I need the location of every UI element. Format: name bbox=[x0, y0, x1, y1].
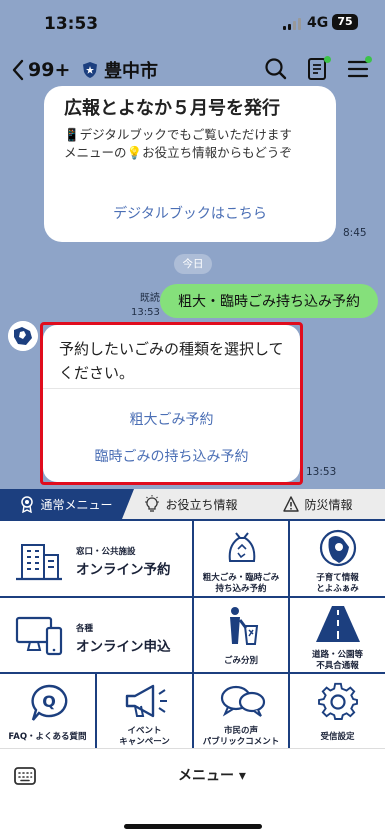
rich-menu: 窓口・公共施設 オンライン予約 粗大ごみ・臨時ごみ 持ち込み予約 子育て情報 と… bbox=[0, 519, 385, 750]
announcement-card: 広報とよなか５月号を発行 📱デジタルブックでもご覧いただけます メニューの💡お役… bbox=[44, 86, 336, 242]
road-icon bbox=[316, 606, 360, 642]
home-indicator bbox=[124, 824, 262, 829]
svg-text:Q: Q bbox=[42, 692, 56, 711]
childcare-icon bbox=[319, 529, 357, 567]
tab-disaster-info[interactable]: 防災情報 bbox=[256, 489, 380, 519]
message-time: 13:53 bbox=[306, 466, 337, 478]
award-icon bbox=[21, 496, 34, 513]
bulky-waste-reservation-button[interactable]: 粗大ごみ予約 bbox=[43, 409, 300, 429]
search-button[interactable] bbox=[263, 56, 289, 82]
online-reservation-button[interactable]: 窓口・公共施設 オンライン予約 bbox=[0, 521, 194, 598]
waste-sorting-button[interactable]: ごみ分別 bbox=[194, 598, 290, 674]
card-line-1: 📱デジタルブックでもご覧いただけます bbox=[64, 127, 292, 142]
temporary-waste-reservation-button[interactable]: 臨時ごみの持ち込み予約 bbox=[43, 446, 300, 466]
bottom-bar: メニュー ▾ bbox=[0, 748, 385, 833]
faq-button[interactable]: Q FAQ・よくある質問 bbox=[0, 674, 97, 750]
faq-icon: Q bbox=[31, 684, 68, 721]
lightbulb-icon bbox=[145, 495, 160, 512]
outgoing-message: 粗大・臨時ごみ持ち込み予約 bbox=[160, 284, 378, 318]
shield-icon bbox=[83, 62, 97, 78]
menu-button[interactable] bbox=[345, 56, 372, 82]
signal-icon bbox=[283, 18, 301, 30]
megaphone-icon bbox=[125, 684, 167, 718]
channel-title[interactable]: 豊中市 bbox=[82, 56, 158, 84]
message-time: 8:45 bbox=[343, 227, 367, 239]
tab-useful-info[interactable]: お役立ち情報 bbox=[132, 489, 250, 519]
lightbulb-icon: 💡 bbox=[126, 145, 143, 160]
search-icon bbox=[265, 58, 287, 80]
date-divider: 今日 bbox=[174, 254, 212, 274]
notification-settings-button[interactable]: 受信設定 bbox=[290, 674, 385, 750]
quick-reply-card: 予約したいごみの種類を選択してください。 粗大ごみ予約 臨時ごみの持ち込み予約 bbox=[43, 325, 300, 482]
keyboard-button[interactable] bbox=[14, 766, 36, 786]
tab-regular-menu[interactable]: 通常メニュー bbox=[4, 489, 128, 519]
notification-dot bbox=[324, 56, 331, 63]
channel-name: 豊中市 bbox=[104, 61, 158, 82]
keyboard-icon bbox=[14, 767, 36, 785]
computer-icon bbox=[15, 616, 63, 656]
garbage-bag-icon bbox=[228, 532, 256, 562]
notification-dot bbox=[365, 56, 372, 63]
menu-tabs: 通常メニュー お役立ち情報 防災情報 bbox=[0, 489, 385, 519]
read-time: 13:53 bbox=[131, 307, 160, 318]
back-button[interactable]: 99+ bbox=[10, 56, 70, 84]
warning-icon bbox=[283, 496, 300, 512]
road-report-button[interactable]: 道路・公園等 不具合通報 bbox=[290, 598, 385, 674]
divider bbox=[43, 388, 300, 389]
childcare-info-button[interactable]: 子育て情報 とよふぁみ bbox=[290, 521, 385, 598]
read-label: 既読 bbox=[139, 293, 160, 304]
building-icon bbox=[16, 544, 62, 581]
city-logo-icon bbox=[8, 321, 38, 351]
menu-toggle-button[interactable]: メニュー ▾ bbox=[178, 765, 246, 785]
waste-sorting-icon bbox=[230, 607, 259, 645]
card-title: 広報とよなか５月号を発行 bbox=[64, 98, 280, 119]
status-bar: 13:53 4G 75 bbox=[0, 0, 385, 50]
notes-button[interactable] bbox=[304, 56, 331, 82]
citizen-voice-button[interactable]: 市民の声 パブリックコメント bbox=[194, 674, 290, 750]
online-application-button[interactable]: 各種 オンライン申込 bbox=[0, 598, 194, 674]
digital-book-link[interactable]: デジタルブックはこちら bbox=[44, 203, 336, 223]
speech-bubbles-icon bbox=[220, 685, 266, 717]
read-receipt: 既読 13:53 bbox=[131, 292, 160, 320]
back-chevron-icon bbox=[12, 59, 24, 81]
question-text: 予約したいごみの種類を選択してください。 bbox=[59, 340, 284, 382]
unread-count: 99+ bbox=[28, 59, 71, 81]
avatar[interactable] bbox=[8, 321, 38, 351]
network-label: 4G bbox=[307, 15, 329, 31]
card-line-2: メニューの💡お役立ち情報からもどうぞ bbox=[64, 145, 292, 160]
gear-icon bbox=[318, 682, 358, 720]
events-button[interactable]: イベント キャンペーン bbox=[97, 674, 194, 750]
bulky-waste-menu-button[interactable]: 粗大ごみ・臨時ごみ 持ち込み予約 bbox=[194, 521, 290, 598]
chat-header: 99+ 豊中市 bbox=[0, 50, 385, 90]
status-time: 13:53 bbox=[44, 14, 99, 34]
battery-icon: 75 bbox=[332, 14, 358, 30]
